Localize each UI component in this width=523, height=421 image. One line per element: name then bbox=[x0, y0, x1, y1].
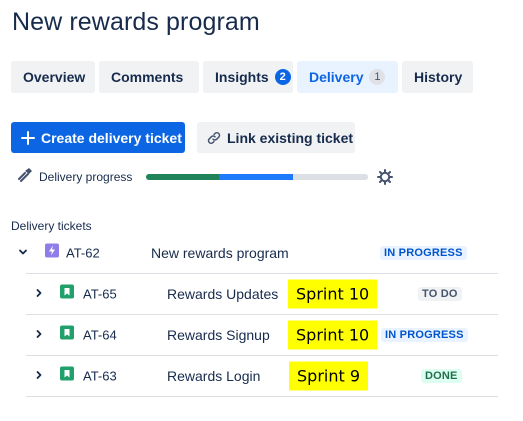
child-ticket-row[interactable]: AT-65 Rewards Updates Sprint 10 TO DO bbox=[0, 274, 523, 314]
story-icon bbox=[60, 366, 74, 386]
sprint-label: Sprint 10 bbox=[288, 320, 378, 350]
ticket-summary: Rewards Updates bbox=[167, 286, 279, 302]
tab-label: Insights bbox=[215, 69, 269, 85]
tab-insights[interactable]: Insights 2 bbox=[203, 61, 293, 93]
story-icon bbox=[60, 325, 74, 345]
child-ticket-row[interactable]: AT-64 Rewards Signup Sprint 10 IN PROGRE… bbox=[0, 315, 523, 355]
chevron-right-icon[interactable] bbox=[34, 285, 44, 303]
section-label: Delivery tickets bbox=[11, 219, 92, 233]
tab-bar: Overview Comments Insights 2 Delivery 1 … bbox=[11, 61, 473, 93]
count-badge: 2 bbox=[274, 69, 291, 85]
chevron-right-icon[interactable] bbox=[34, 326, 44, 344]
progress-segment-done bbox=[146, 174, 220, 180]
chevron-right-icon[interactable] bbox=[34, 367, 44, 385]
page-title: New rewards program bbox=[12, 8, 260, 36]
sprint-label: Sprint 9 bbox=[289, 361, 369, 391]
ticket-key[interactable]: AT-63 bbox=[83, 369, 117, 384]
tab-delivery[interactable]: Delivery 1 bbox=[297, 61, 398, 93]
chevron-down-icon[interactable] bbox=[18, 244, 28, 262]
ticket-key[interactable]: AT-64 bbox=[83, 328, 117, 343]
delivery-progress-icon bbox=[18, 167, 33, 187]
row-divider bbox=[26, 396, 498, 397]
link-existing-ticket-button[interactable]: Link existing ticket bbox=[197, 122, 355, 153]
delivery-progress-label: Delivery progress bbox=[39, 170, 133, 184]
create-delivery-ticket-label: Create delivery ticket bbox=[41, 129, 182, 146]
status-badge: IN PROGRESS bbox=[380, 246, 467, 260]
progress-segment-in-progress bbox=[219, 174, 293, 180]
ticket-summary: New rewards program bbox=[151, 245, 289, 261]
tab-label: Overview bbox=[23, 69, 86, 85]
delivery-progress: Delivery progress bbox=[18, 168, 398, 186]
ticket-key[interactable]: AT-62 bbox=[66, 246, 100, 261]
plus-icon bbox=[21, 130, 35, 145]
child-ticket-row[interactable]: AT-63 Rewards Login Sprint 9 DONE bbox=[0, 356, 523, 396]
parent-ticket-row[interactable]: AT-62 New rewards program IN PROGRESS bbox=[0, 233, 523, 273]
story-icon bbox=[60, 284, 74, 304]
sprint-label: Sprint 10 bbox=[288, 279, 378, 309]
progress-bar bbox=[146, 174, 368, 180]
tab-comments[interactable]: Comments bbox=[99, 61, 199, 93]
status-badge: IN PROGRESS bbox=[381, 328, 468, 342]
link-existing-ticket-label: Link existing ticket bbox=[227, 129, 354, 146]
link-icon bbox=[207, 131, 221, 145]
tab-overview[interactable]: Overview bbox=[11, 61, 95, 93]
ticket-key[interactable]: AT-65 bbox=[83, 287, 117, 302]
gear-icon[interactable] bbox=[377, 169, 393, 190]
tab-label: Comments bbox=[111, 69, 184, 85]
tab-label: Delivery bbox=[309, 69, 364, 85]
tab-history[interactable]: History bbox=[402, 61, 473, 93]
epic-lightning-icon bbox=[45, 243, 59, 263]
status-badge: DONE bbox=[421, 369, 462, 383]
status-badge: TO DO bbox=[418, 287, 462, 301]
progress-segment-todo bbox=[292, 174, 368, 180]
tab-label: History bbox=[414, 69, 463, 85]
create-delivery-ticket-button[interactable]: Create delivery ticket bbox=[11, 122, 185, 153]
ticket-summary: Rewards Signup bbox=[167, 327, 270, 343]
ticket-summary: Rewards Login bbox=[167, 368, 261, 384]
count-badge: 1 bbox=[369, 69, 386, 85]
